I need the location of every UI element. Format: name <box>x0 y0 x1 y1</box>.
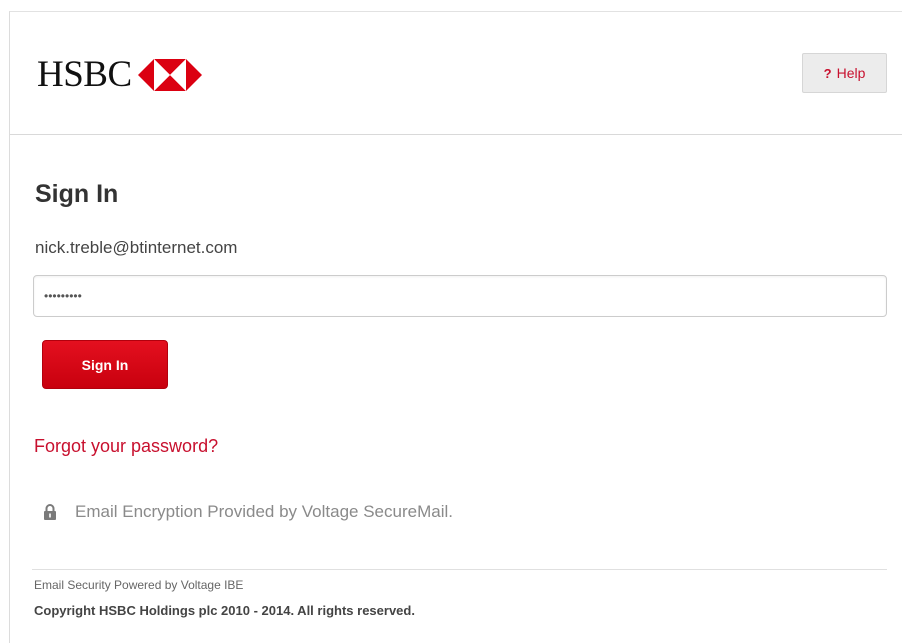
copyright-text: Copyright HSBC Holdings plc 2010 - 2014.… <box>34 603 415 618</box>
help-button[interactable]: ? Help <box>802 53 887 93</box>
sign-in-button[interactable]: Sign In <box>42 340 168 389</box>
forgot-password-link[interactable]: Forgot your password? <box>34 436 218 457</box>
logo-text: HSBC <box>37 54 132 95</box>
powered-by-text: Email Security Powered by Voltage IBE <box>34 578 244 592</box>
page-frame: HSBC ? Help Sign In nick.treble@btintern… <box>9 11 902 643</box>
help-icon: ? <box>823 65 832 81</box>
password-field[interactable] <box>33 275 887 317</box>
hsbc-logo: HSBC <box>37 56 202 93</box>
help-label: Help <box>836 65 866 81</box>
encryption-text: Email Encryption Provided by Voltage Sec… <box>75 502 453 521</box>
header: HSBC ? Help <box>10 12 902 135</box>
footer-divider <box>32 569 887 570</box>
encryption-notice: Email Encryption Provided by Voltage Sec… <box>43 502 453 522</box>
email-address: nick.treble@btinternet.com <box>35 238 238 257</box>
page-title: Sign In <box>35 180 119 208</box>
lock-icon <box>44 504 56 520</box>
hsbc-hexagon-icon <box>137 58 202 91</box>
